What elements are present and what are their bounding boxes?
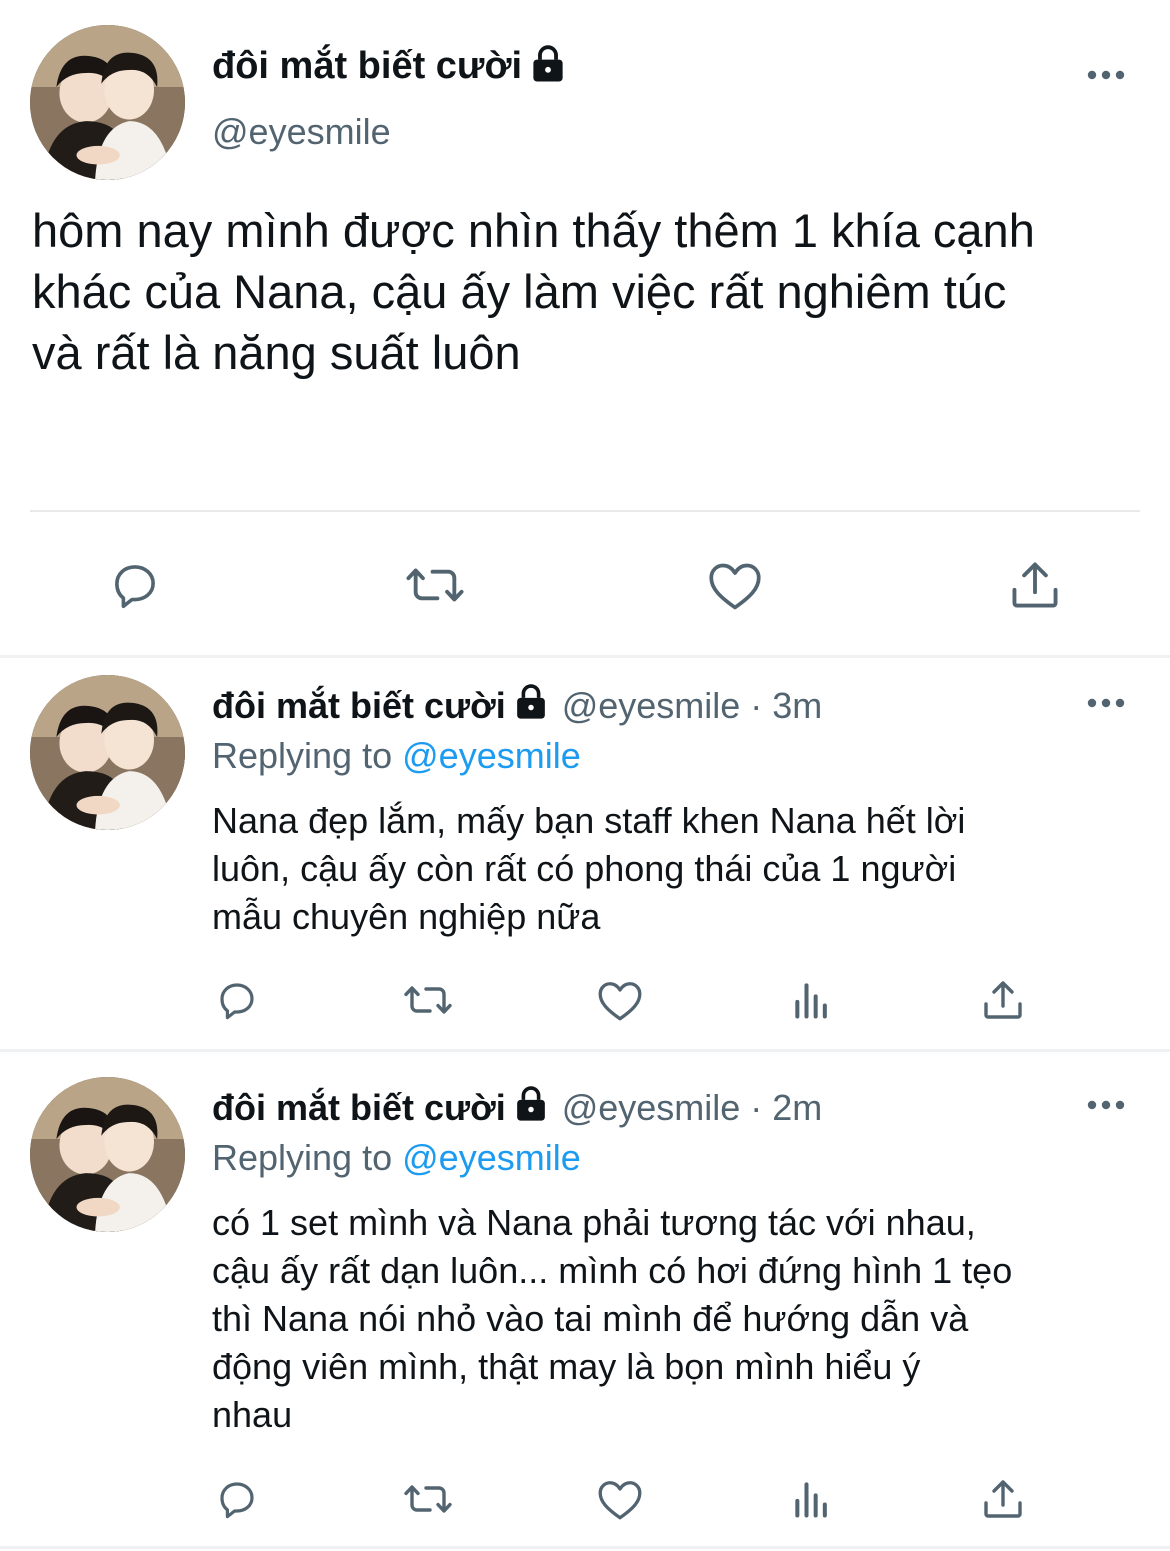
tweet-text: hôm nay mình được nhìn thấy thêm 1 khía … (32, 200, 1157, 383)
like-icon (598, 1481, 642, 1520)
tweet-text-line: hôm nay mình được nhìn thấy thêm 1 khía … (32, 204, 1035, 257)
tweet-text-line: nhau (212, 1394, 293, 1435)
retweet-button[interactable] (398, 1469, 458, 1529)
replying-to-mention[interactable]: @eyesmile (402, 735, 581, 776)
tweet-text-line: khác của Nana, cậu ấy làm việc rất nghiê… (32, 265, 1007, 318)
retweet-icon (404, 986, 452, 1014)
tweet-text-line: động viên mình, thật may là bọn mình hiể… (212, 1346, 921, 1387)
like-button[interactable] (590, 970, 650, 1030)
replying-to: Replying to @eyesmile (212, 734, 581, 778)
replying-to-label: Replying to (212, 735, 393, 776)
reply-icon (220, 1482, 254, 1519)
share-icon (984, 981, 1022, 1019)
avatar-photo (30, 25, 185, 180)
lock-icon (514, 1085, 548, 1131)
lock-icon (530, 44, 566, 88)
share-icon (1012, 562, 1058, 608)
divider (30, 510, 1140, 512)
retweet-button[interactable] (395, 545, 475, 625)
avatar-photo (30, 1077, 185, 1232)
like-button[interactable] (590, 1469, 650, 1529)
tweet-text-line: có 1 set mình và Nana phải tương tác với… (212, 1202, 976, 1243)
tweet-text-line: luôn, cậu ấy còn rất có phong thái của 1… (212, 848, 957, 889)
timestamp[interactable]: · 2m (750, 1087, 822, 1129)
like-button[interactable] (695, 545, 775, 625)
more-options-icon[interactable] (1086, 1096, 1126, 1119)
tweet-text-line: và rất là năng suất luôn (32, 326, 521, 379)
replying-to: Replying to @eyesmile (212, 1136, 581, 1180)
timestamp[interactable]: · 3m (750, 685, 822, 727)
author-display-name[interactable]: đôi mắt biết cười (212, 45, 522, 88)
tweet-text-line: cậu ấy rất dạn luôn... mình có hơi đứng … (212, 1250, 1013, 1291)
author-handle[interactable]: @eyesmile (562, 1087, 741, 1129)
retweet-icon (404, 1485, 452, 1513)
reply-button[interactable] (95, 545, 175, 625)
replying-to-mention[interactable]: @eyesmile (402, 1137, 581, 1178)
author-name-row: đôi mắt biết cười @eyesmile · 3m (212, 682, 822, 730)
author-display-name[interactable]: đôi mắt biết cười (212, 1087, 506, 1129)
replying-to-label: Replying to (212, 1137, 393, 1178)
author-display-name[interactable]: đôi mắt biết cười (212, 685, 506, 727)
tweet-text-line: mẫu chuyên nghiệp nữa (212, 896, 601, 937)
avatar[interactable] (30, 25, 185, 180)
reply-icon (115, 565, 155, 609)
tweet-text-line: thì Nana nói nhỏ vào tai mình để hướng d… (212, 1298, 969, 1339)
reply-button[interactable] (207, 1469, 267, 1529)
author-handle[interactable]: @eyesmile (212, 110, 391, 154)
avatar-photo (30, 675, 185, 830)
share-button[interactable] (995, 545, 1075, 625)
lock-icon (514, 683, 548, 729)
tweet-text-line: Nana đẹp lắm, mấy bạn staff khen Nana hế… (212, 800, 966, 841)
author-name-row: đôi mắt biết cười (212, 42, 566, 90)
share-button[interactable] (973, 1469, 1033, 1529)
tweet-text: Nana đẹp lắm, mấy bạn staff khen Nana hế… (212, 797, 1142, 941)
like-icon (598, 982, 642, 1021)
section-divider (0, 655, 1170, 658)
analytics-icon (795, 1482, 827, 1518)
analytics-button[interactable] (782, 970, 842, 1030)
section-divider (0, 1049, 1170, 1052)
share-button[interactable] (973, 970, 1033, 1030)
avatar[interactable] (30, 675, 185, 830)
avatar[interactable] (30, 1077, 185, 1232)
like-icon (709, 563, 761, 610)
author-handle[interactable]: @eyesmile (562, 685, 741, 727)
retweet-button[interactable] (398, 970, 458, 1030)
tweet-text: có 1 set mình và Nana phải tương tác với… (212, 1199, 1157, 1439)
retweet-icon (406, 568, 464, 602)
analytics-icon (795, 983, 827, 1019)
reply-button[interactable] (207, 970, 267, 1030)
analytics-button[interactable] (782, 1469, 842, 1529)
reply-icon (220, 983, 254, 1020)
share-icon (984, 1480, 1022, 1518)
section-divider (0, 1546, 1170, 1549)
author-name-row: đôi mắt biết cười @eyesmile · 2m (212, 1084, 822, 1132)
more-options-icon[interactable] (1086, 66, 1126, 89)
more-options-icon[interactable] (1086, 694, 1126, 717)
